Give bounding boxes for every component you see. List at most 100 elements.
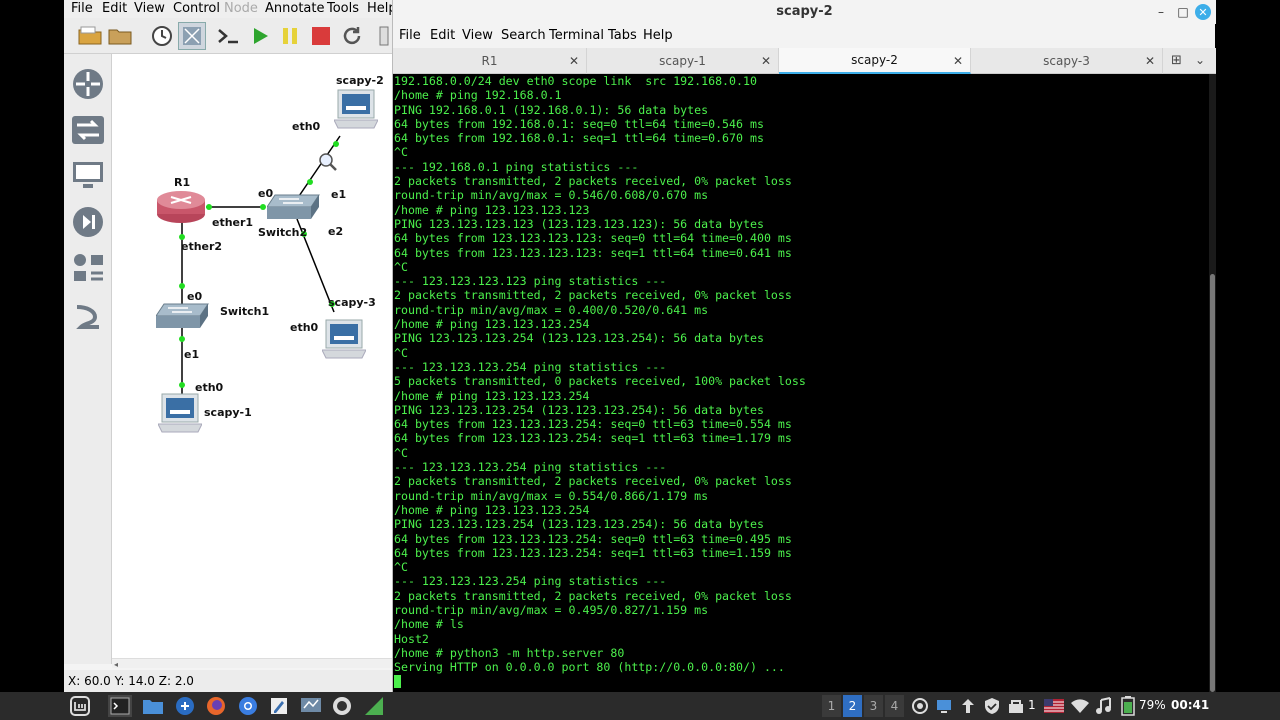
terminal-lines: 192.168.0.0/24 dev eth0 scope link src 1… bbox=[394, 74, 806, 674]
terminal-line: 192.168.0.0/24 dev eth0 scope link src 1… bbox=[394, 74, 757, 88]
security-devices-icon[interactable] bbox=[70, 204, 106, 240]
canvas-horizontal-scrollbar[interactable]: ◂ bbox=[112, 658, 394, 669]
gns3-app-icon[interactable] bbox=[173, 695, 197, 717]
tab-scapy-1[interactable]: scapy-1 ✕ bbox=[587, 48, 779, 74]
terminal-line: ^C bbox=[394, 445, 408, 460]
tray-update-manager-icon[interactable] bbox=[956, 695, 980, 717]
terminal-menu-view[interactable]: View bbox=[462, 28, 493, 43]
new-tab-icon[interactable]: ⊞ bbox=[1171, 53, 1182, 68]
firefox-icon[interactable] bbox=[204, 695, 228, 717]
terminal-app-icon[interactable] bbox=[108, 695, 132, 717]
tab-label: R1 bbox=[481, 54, 498, 68]
terminal-menu-tabs[interactable]: Tabs bbox=[608, 28, 637, 43]
sound-music-icon[interactable] bbox=[1092, 695, 1116, 717]
terminal-output[interactable]: 192.168.0.0/24 dev eth0 scope link src 1… bbox=[393, 74, 1209, 692]
terminal-line: --- 192.168.0.1 ping statistics --- bbox=[394, 159, 639, 174]
router-icon[interactable] bbox=[156, 190, 206, 224]
terminal-menu-terminal[interactable]: Terminal bbox=[549, 28, 604, 43]
keyboard-layout-flag-icon[interactable] bbox=[1042, 695, 1066, 717]
wireshark-icon[interactable] bbox=[362, 695, 386, 717]
terminal-menu-help[interactable]: Help bbox=[643, 28, 673, 43]
switch-icon[interactable] bbox=[156, 302, 210, 330]
port-label-scapy2-eth0: eth0 bbox=[292, 120, 321, 133]
gns3-menu-edit[interactable]: Edit bbox=[102, 1, 127, 16]
switch-icon[interactable] bbox=[267, 193, 321, 221]
all-devices-icon[interactable] bbox=[70, 250, 106, 286]
terminal-menu-file[interactable]: File bbox=[399, 28, 421, 43]
terminal-line: round-trip min/avg/max = 0.400/0.520/0.6… bbox=[394, 302, 709, 317]
terminal-line: 64 bytes from 123.123.123.123: seq=0 ttl… bbox=[394, 231, 792, 246]
gns3-device-sidebar bbox=[64, 54, 112, 664]
tray-vpn-icon[interactable] bbox=[1004, 695, 1028, 717]
close-icon[interactable]: ✕ bbox=[761, 54, 771, 68]
terminal-line: --- 123.123.123.254 ping statistics --- bbox=[394, 359, 667, 374]
tray-shield-icon[interactable] bbox=[980, 695, 1004, 717]
workspace-1[interactable]: 1 bbox=[822, 695, 841, 717]
clock[interactable]: 00:41 bbox=[1171, 698, 1209, 712]
stop-icon[interactable] bbox=[307, 22, 335, 50]
chromium-icon[interactable] bbox=[236, 695, 260, 717]
console-icon[interactable] bbox=[214, 22, 242, 50]
terminal-line: PING 123.123.123.254 (123.123.123.254): … bbox=[394, 402, 764, 417]
gns3-menu-file[interactable]: File bbox=[71, 1, 93, 16]
gns3-menu-control[interactable]: Control bbox=[173, 1, 220, 16]
close-icon[interactable]: ✕ bbox=[1195, 4, 1211, 20]
terminal-titlebar[interactable]: scapy-2 – □ ✕ bbox=[393, 0, 1216, 24]
battery-percentage: 79% bbox=[1139, 698, 1166, 712]
tab-scapy-2[interactable]: scapy-2 ✕ bbox=[779, 48, 971, 74]
gns3-menu-view[interactable]: View bbox=[134, 1, 165, 16]
workspace-4[interactable]: 4 bbox=[885, 695, 904, 717]
tray-app-icon[interactable] bbox=[908, 695, 932, 717]
camera-icon[interactable] bbox=[330, 695, 354, 717]
workspace-2[interactable]: 2 bbox=[843, 695, 862, 717]
host-computer-icon[interactable] bbox=[322, 318, 366, 362]
start-play-icon[interactable] bbox=[246, 22, 274, 50]
tab-r1[interactable]: R1 ✕ bbox=[393, 48, 587, 74]
terminal-line: /home # ping 123.123.123.123 bbox=[394, 202, 590, 217]
add-link-icon[interactable] bbox=[70, 298, 106, 334]
terminal-line: 2 packets transmitted, 2 packets receive… bbox=[394, 588, 792, 603]
tray-network-manager-icon[interactable] bbox=[932, 695, 956, 717]
switches-icon[interactable] bbox=[70, 112, 106, 148]
workspace-3[interactable]: 3 bbox=[864, 695, 883, 717]
tab-scapy-3[interactable]: scapy-3 ✕ bbox=[971, 48, 1163, 74]
open-folder-icon[interactable] bbox=[106, 22, 134, 50]
end-devices-icon[interactable] bbox=[70, 158, 106, 194]
host-computer-icon[interactable] bbox=[158, 392, 202, 436]
terminal-scrollbar-thumb[interactable] bbox=[1210, 274, 1215, 692]
close-icon[interactable]: ✕ bbox=[1145, 54, 1155, 68]
clock-icon[interactable] bbox=[148, 22, 176, 50]
wifi-icon[interactable] bbox=[1068, 695, 1092, 717]
network-tool-icon[interactable] bbox=[299, 695, 323, 717]
gns3-menu-annotate[interactable]: Annotate bbox=[265, 1, 324, 16]
port-label-sw2-e2: e2 bbox=[328, 225, 344, 238]
terminal-scrollbar[interactable] bbox=[1209, 74, 1216, 692]
terminal-menu-edit[interactable]: Edit bbox=[430, 28, 455, 43]
topology-canvas[interactable]: R1 Switch2 Switch1 scapy-2 scapy-3 scapy… bbox=[112, 54, 394, 660]
text-editor-icon[interactable] bbox=[267, 695, 291, 717]
suspend-pause-icon[interactable] bbox=[276, 22, 304, 50]
terminal-line: 64 bytes from 192.168.0.1: seq=1 ttl=64 … bbox=[394, 131, 764, 146]
terminal-line: ^C bbox=[394, 560, 408, 575]
terminal-line: PING 192.168.0.1 (192.168.0.1): 56 data … bbox=[394, 102, 709, 117]
tray-indicator-count: 1 bbox=[1028, 698, 1036, 712]
files-folder-icon[interactable] bbox=[141, 695, 165, 717]
chevron-down-icon[interactable]: ⌄ bbox=[1195, 53, 1205, 67]
desktop: File Edit View Control Node Annotate Too… bbox=[0, 0, 1280, 720]
terminal-window: scapy-2 – □ ✕ File Edit View Search Term… bbox=[392, 0, 1216, 692]
battery-icon[interactable] bbox=[1116, 695, 1140, 717]
close-icon[interactable]: ✕ bbox=[569, 54, 579, 68]
terminal-menu-search[interactable]: Search bbox=[501, 28, 546, 43]
gns3-menu-node[interactable]: Node bbox=[224, 1, 258, 16]
mint-menu-icon[interactable] bbox=[68, 695, 92, 717]
scroll-left-arrow-icon[interactable]: ◂ bbox=[114, 660, 118, 669]
maximize-icon[interactable]: □ bbox=[1175, 4, 1191, 20]
routers-icon[interactable] bbox=[70, 66, 106, 102]
snapshot-icon[interactable] bbox=[178, 22, 206, 50]
reload-icon[interactable] bbox=[338, 22, 366, 50]
close-icon[interactable]: ✕ bbox=[953, 54, 963, 68]
host-computer-icon[interactable] bbox=[334, 88, 378, 132]
new-project-folder-icon[interactable] bbox=[76, 22, 104, 50]
minimize-icon[interactable]: – bbox=[1153, 4, 1169, 20]
gns3-menu-tools[interactable]: Tools bbox=[327, 1, 359, 16]
